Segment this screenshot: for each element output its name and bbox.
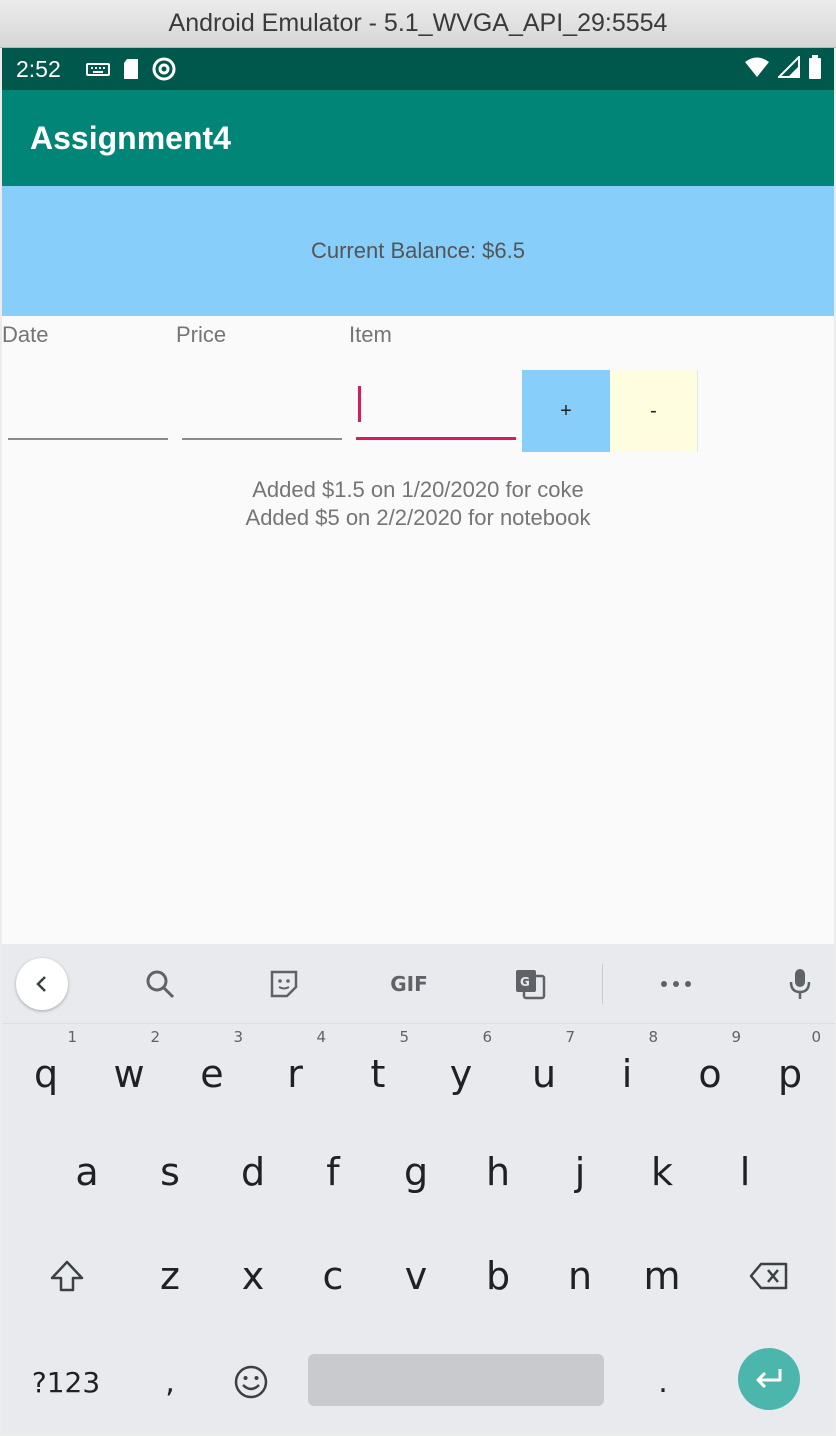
search-icon[interactable] <box>134 960 186 1008</box>
text-cursor <box>358 386 361 422</box>
sync-notification-icon <box>152 57 176 81</box>
item-label: Item <box>349 322 392 347</box>
key-u[interactable]: u7 <box>503 1026 585 1122</box>
key-l[interactable]: l <box>704 1124 786 1220</box>
log-entry: Added $5 on 2/2/2020 for notebook <box>245 505 591 530</box>
key-c[interactable]: c <box>292 1228 374 1324</box>
key-b[interactable]: b <box>457 1228 539 1324</box>
shift-icon <box>50 1260 84 1292</box>
gif-button[interactable]: GIF <box>380 960 438 1008</box>
key-n[interactable]: n <box>539 1228 621 1324</box>
enter-icon <box>756 1369 782 1389</box>
key-y[interactable]: y6 <box>420 1026 502 1122</box>
translate-icon[interactable]: G <box>504 960 556 1008</box>
key-k[interactable]: k <box>621 1124 703 1220</box>
key-m[interactable]: m <box>621 1228 703 1324</box>
sticker-icon[interactable] <box>258 960 310 1008</box>
wifi-icon <box>744 56 770 83</box>
key-g[interactable]: g <box>375 1124 457 1220</box>
subtract-button[interactable]: - <box>610 370 698 452</box>
balance-banner: Current Balance: $6.5 <box>2 186 834 316</box>
keyboard-back-button[interactable] <box>16 958 68 1010</box>
backspace-icon <box>749 1262 788 1290</box>
backspace-key[interactable] <box>728 1228 810 1324</box>
enter-key[interactable] <box>738 1348 800 1410</box>
key-s[interactable]: s <box>129 1124 211 1220</box>
symbols-key[interactable]: ?123 <box>16 1334 116 1430</box>
key-j[interactable]: j <box>539 1124 621 1220</box>
toolbar-divider <box>602 964 603 1004</box>
key-f[interactable]: f <box>292 1124 374 1220</box>
space-key[interactable] <box>308 1354 604 1406</box>
app-bar: Assignment4 <box>2 90 834 186</box>
shift-key[interactable] <box>26 1228 108 1324</box>
price-input[interactable] <box>182 378 342 440</box>
key-e[interactable]: e3 <box>171 1026 253 1122</box>
key-t[interactable]: t5 <box>337 1026 419 1122</box>
key-x[interactable]: x <box>212 1228 294 1324</box>
log-entry: Added $1.5 on 1/20/2020 for coke <box>252 477 584 502</box>
more-icon[interactable] <box>650 960 702 1008</box>
comma-key[interactable]: , <box>129 1334 211 1430</box>
keyboard-notification-icon <box>86 61 110 77</box>
date-input[interactable] <box>8 378 168 440</box>
cell-signal-icon <box>776 54 800 83</box>
device-screen: 2:52 Assignment4 Current Balance: $6.5 D… <box>2 48 834 1434</box>
status-time: 2:52 <box>16 55 61 82</box>
battery-icon <box>808 54 822 84</box>
key-q[interactable]: q1 <box>5 1026 87 1122</box>
item-input[interactable] <box>356 378 516 440</box>
emoji-icon <box>234 1365 268 1399</box>
key-h[interactable]: h <box>457 1124 539 1220</box>
key-a[interactable]: a <box>46 1124 128 1220</box>
soft-keyboard: GIF G q1 w2 e3 r4 t5 y6 u7 i8 o9 p0 a s … <box>2 944 834 1434</box>
microphone-icon[interactable] <box>774 960 826 1008</box>
transaction-log: Added $1.5 on 1/20/2020 for coke Added $… <box>2 476 834 532</box>
key-p[interactable]: p0 <box>749 1026 831 1122</box>
keyboard-toolbar: GIF G <box>2 944 834 1024</box>
period-key[interactable]: . <box>622 1334 704 1430</box>
current-balance-text: Current Balance: $6.5 <box>310 238 526 263</box>
key-i[interactable]: i8 <box>586 1026 668 1122</box>
date-label: Date <box>2 322 49 347</box>
key-z[interactable]: z <box>129 1228 211 1324</box>
chevron-left-icon <box>36 976 46 992</box>
sd-card-icon <box>122 58 140 80</box>
svg-text:G: G <box>520 975 530 989</box>
key-w[interactable]: w2 <box>88 1026 170 1122</box>
app-title: Assignment4 <box>30 119 231 156</box>
key-o[interactable]: o9 <box>669 1026 751 1122</box>
price-label: Price <box>176 322 227 347</box>
add-button[interactable]: + <box>522 370 610 452</box>
key-r[interactable]: r4 <box>254 1026 336 1122</box>
key-v[interactable]: v <box>375 1228 457 1324</box>
emoji-key[interactable] <box>210 1334 292 1430</box>
key-d[interactable]: d <box>212 1124 294 1220</box>
window-titlebar: Android Emulator - 5.1_WVGA_API_29:5554 <box>0 0 836 48</box>
window-title: Android Emulator - 5.1_WVGA_API_29:5554 <box>168 9 668 37</box>
status-bar: 2:52 <box>2 48 834 90</box>
